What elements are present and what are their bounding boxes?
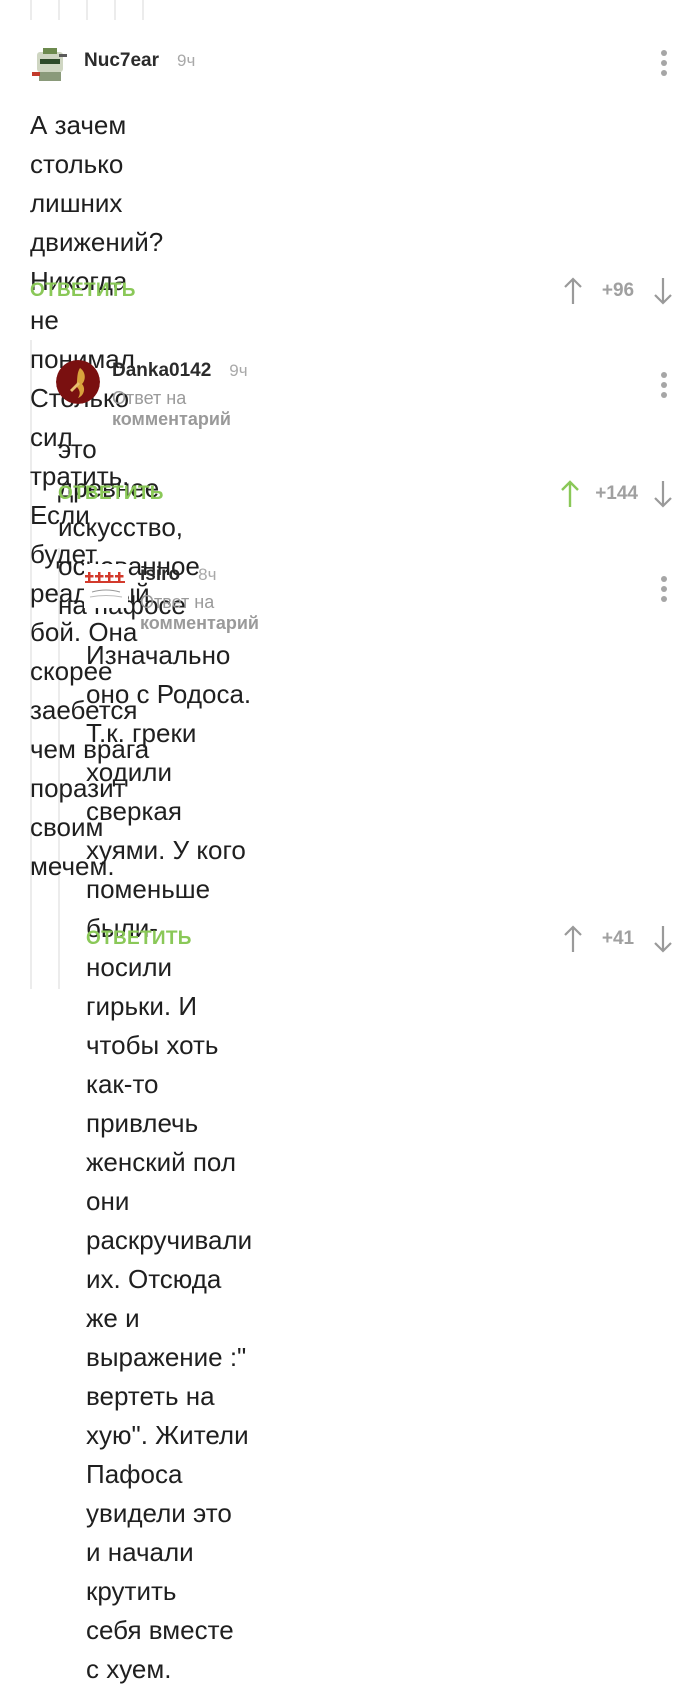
reply-button[interactable]: ОТВЕТИТЬ — [86, 928, 192, 950]
vote-controls: +41 — [562, 924, 674, 954]
vote-score: +96 — [601, 280, 635, 301]
thread-line-top-1 — [30, 0, 32, 20]
author-name[interactable]: Nuc7ear — [84, 50, 159, 72]
reply-to-label: Ответ на комментарий — [112, 388, 231, 429]
comment-actions: ОТВЕТИТЬ +41 — [86, 924, 674, 954]
avatar[interactable] — [28, 42, 72, 86]
reply-to-label: Ответ на комментарий — [140, 592, 259, 633]
reply-to-link[interactable]: комментарий — [112, 409, 231, 429]
author-name[interactable]: Danka0142 — [112, 360, 211, 382]
more-options-icon[interactable] — [660, 372, 668, 398]
upvote-arrow-icon[interactable] — [562, 276, 584, 306]
comment-actions: ОТВЕТИТЬ +96 — [30, 276, 674, 306]
vote-score: +41 — [601, 928, 635, 949]
comment-time: 9ч — [177, 51, 196, 70]
vote-controls: +144 — [559, 479, 674, 509]
vote-controls: +96 — [562, 276, 674, 306]
comment-meta: Nuc7ear 9ч — [84, 50, 195, 72]
more-options-icon[interactable] — [660, 576, 668, 602]
downvote-arrow-icon[interactable] — [652, 924, 674, 954]
upvote-arrow-icon[interactable] — [559, 479, 581, 509]
thread-line-top-2 — [58, 0, 60, 20]
comment-meta: Danka0142 9ч Ответ на комментарий — [112, 360, 248, 430]
thread-line-top-4 — [114, 0, 116, 20]
avatar[interactable] — [56, 360, 100, 404]
comment-header: isiro 8ч Ответ на комментарий — [84, 564, 259, 634]
more-options-icon[interactable] — [660, 50, 668, 76]
vote-score: +144 — [595, 483, 638, 504]
comment-header: Danka0142 9ч Ответ на комментарий — [56, 360, 248, 430]
reply-to-link[interactable]: комментарий — [140, 613, 259, 633]
comment-header: Nuc7ear 9ч — [28, 42, 195, 86]
downvote-arrow-icon[interactable] — [652, 479, 674, 509]
comment-time: 8ч — [198, 565, 217, 584]
author-name[interactable]: isiro — [140, 564, 180, 586]
thread-line-top-5 — [142, 0, 144, 20]
avatar[interactable] — [84, 564, 128, 608]
thread-line-top-3 — [86, 0, 88, 20]
reply-button[interactable]: ОТВЕТИТЬ — [58, 483, 164, 505]
downvote-arrow-icon[interactable] — [652, 276, 674, 306]
comment-text: Изначально оно с Родоса. Т.к. греки ходи… — [86, 640, 253, 1684]
comment-actions: ОТВЕТИТЬ +144 — [58, 479, 674, 509]
comment-time: 9ч — [229, 361, 248, 380]
upvote-arrow-icon[interactable] — [562, 924, 584, 954]
reply-button[interactable]: ОТВЕТИТЬ — [30, 280, 136, 302]
comment-meta: isiro 8ч Ответ на комментарий — [140, 564, 259, 634]
